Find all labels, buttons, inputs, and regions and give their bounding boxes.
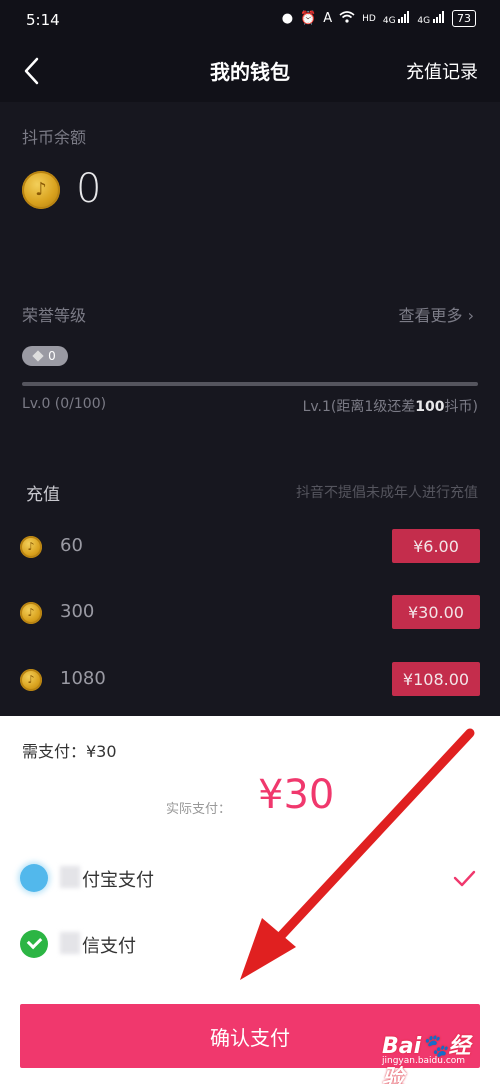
signal-icon-1: 4G xyxy=(383,11,411,26)
status-bar: 5:14 ● ⏰ A HD 4G 4G 73 xyxy=(0,0,500,40)
alipay-option[interactable]: 付宝支付 xyxy=(0,858,500,898)
alipay-label: 付宝支付 xyxy=(82,870,154,891)
status-time: 5:14 xyxy=(26,11,60,29)
balance-value: 0 xyxy=(76,166,102,212)
a-icon: A xyxy=(323,11,333,26)
blurred-text xyxy=(60,932,80,954)
actual-pay-value: ¥30 xyxy=(258,772,335,818)
balance-label: 抖币余额 xyxy=(22,128,87,147)
package-amount: 60 xyxy=(60,535,83,556)
next-level-text: Lv.1(距离1级还差100抖币) xyxy=(303,396,478,416)
check-icon xyxy=(453,870,476,887)
coin-icon xyxy=(20,536,42,558)
view-more-link[interactable]: 查看更多 › xyxy=(399,302,475,326)
recharge-history-link[interactable]: 充值记录 xyxy=(406,58,478,84)
honor-level-label: 荣誉等级 xyxy=(22,306,87,325)
next-level-suffix: 抖币) xyxy=(444,399,478,415)
battery-icon: 73 xyxy=(452,10,476,27)
blurred-text xyxy=(60,866,80,888)
next-level-prefix: Lv.1(距离1级还差 xyxy=(302,399,416,415)
wifi-icon xyxy=(339,10,355,27)
wechat-pay-label: 信支付 xyxy=(82,936,136,957)
package-amount: 1080 xyxy=(60,668,106,689)
actual-pay-label: 实际支付： xyxy=(166,802,232,817)
baidu-watermark: Bai🐾经验 jingyan.baidu.com xyxy=(382,1028,476,1084)
recharge-package-row[interactable]: 1080 ¥108.00 xyxy=(0,662,500,698)
package-amount: 300 xyxy=(60,601,95,622)
network-type-1: 4G xyxy=(382,16,396,26)
recharge-note: 抖音不提倡未成年人进行充值 xyxy=(296,485,478,501)
signal-icon-2: 4G xyxy=(417,11,445,26)
recharge-title: 充值 xyxy=(26,485,60,505)
watermark-url: jingyan.baidu.com xyxy=(382,1056,466,1066)
price-button[interactable]: ¥6.00 xyxy=(392,529,480,563)
wechat-icon xyxy=(20,930,48,958)
alipay-icon xyxy=(20,864,48,892)
need-pay-text: 需支付：¥30 xyxy=(22,742,117,761)
current-level-text: Lv.0 (0/100) xyxy=(22,396,107,412)
network-type-2: 4G xyxy=(417,16,431,26)
nav-bar: 我的钱包 充值记录 xyxy=(0,40,500,102)
wechat-pay-option[interactable]: 信支付 xyxy=(0,924,500,964)
notification-dot-icon: ● xyxy=(281,11,294,26)
coin-icon xyxy=(20,669,42,691)
price-button[interactable]: ¥108.00 xyxy=(392,662,480,696)
diamond-icon xyxy=(32,350,44,362)
coin-icon xyxy=(22,171,60,209)
level-progress-bar xyxy=(22,382,478,386)
level-badge: 0 xyxy=(22,346,68,366)
price-button[interactable]: ¥30.00 xyxy=(392,595,480,629)
status-icons: ● ⏰ A HD 4G 4G 73 xyxy=(282,10,476,27)
recharge-package-row[interactable]: 60 ¥6.00 xyxy=(0,529,500,565)
level-badge-value: 0 xyxy=(48,349,56,363)
alarm-icon: ⏰ xyxy=(300,11,317,26)
coin-icon xyxy=(20,602,42,624)
recharge-package-row[interactable]: 300 ¥30.00 xyxy=(0,595,500,631)
next-level-remaining: 100 xyxy=(415,399,445,415)
hd-label: HD xyxy=(362,13,376,24)
